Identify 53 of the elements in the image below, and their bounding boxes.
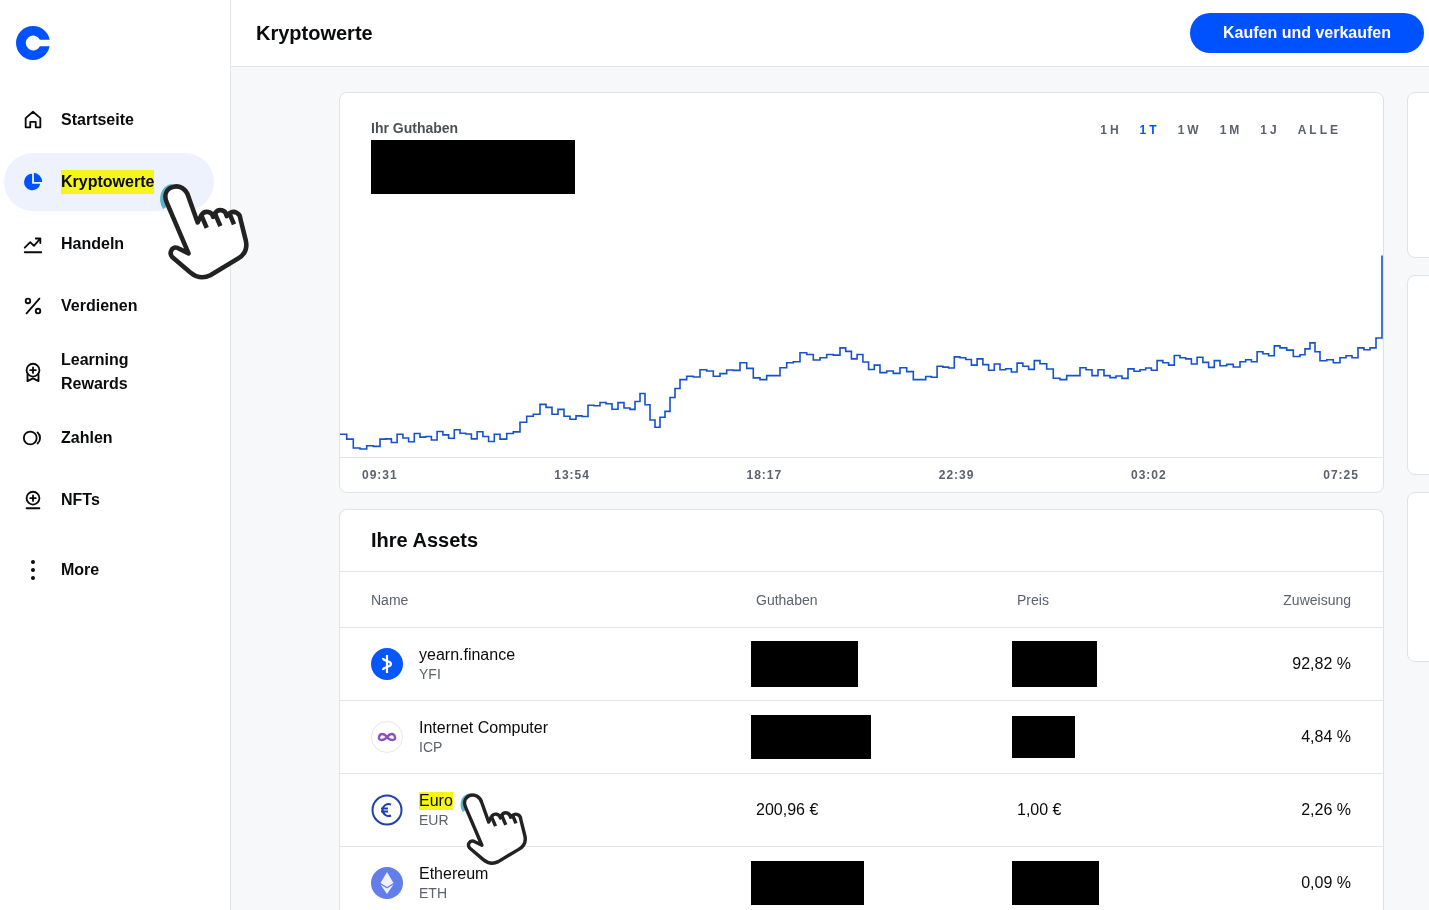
- period-tab[interactable]: ALLE: [1295, 120, 1343, 140]
- more-icon: [31, 560, 35, 580]
- nav-item[interactable]: Startseite: [4, 91, 214, 149]
- buy-sell-button[interactable]: Kaufen und verkaufen: [1189, 13, 1424, 53]
- column-header: Guthaben: [756, 591, 819, 608]
- asset-symbol: EUR: [419, 812, 450, 828]
- allocation-cell-text: 92,82 %: [1291, 655, 1351, 673]
- period-tab[interactable]: 1H: [1098, 120, 1124, 140]
- nav-item[interactable]: Learning Rewards: [4, 339, 214, 405]
- asset-row[interactable]: yearn.finance YFI 92,82 %: [340, 628, 1383, 701]
- euro-icon: [371, 794, 403, 826]
- infinity-icon: [371, 721, 403, 753]
- balance-cell: 200,96 €: [756, 801, 819, 819]
- time-label: 03:02: [1131, 468, 1167, 482]
- asset-name: yearn.finance: [419, 646, 516, 664]
- allocation-cell-text: 2,26 %: [1300, 801, 1351, 819]
- asset-name: Ethereum: [419, 865, 489, 883]
- balance-label: Ihr Guthaben: [371, 120, 460, 136]
- column-header: Preis: [1017, 591, 1050, 608]
- allocation-cell-text: 4,84 %: [1300, 728, 1351, 746]
- allocation-cell-text: 0,09 %: [1300, 874, 1351, 892]
- asset-symbol: YFI: [419, 666, 442, 682]
- column-header: Zuweisung: [1282, 591, 1351, 608]
- period-tab[interactable]: 1T: [1137, 120, 1162, 140]
- percent-icon: [22, 295, 44, 317]
- nav-item[interactable]: Zahlen: [4, 409, 214, 467]
- time-label: 22:39: [938, 468, 975, 482]
- assets-title: Ihre Assets: [340, 510, 1383, 572]
- period-tab[interactable]: 1W: [1175, 120, 1204, 140]
- price-cell: 1,00 €: [1017, 801, 1062, 819]
- logo-icon[interactable]: [16, 26, 50, 60]
- home-icon: [22, 109, 44, 131]
- time-label: 09:31: [362, 468, 398, 482]
- nav-item[interactable]: More: [4, 541, 214, 599]
- period-tab[interactable]: 1M: [1217, 120, 1245, 140]
- asset-name: Internet Computer: [419, 719, 548, 737]
- asset-symbol: ICP: [419, 739, 444, 755]
- page-title: Kryptowerte: [256, 21, 373, 45]
- column-header: Name: [371, 591, 410, 608]
- time-label: 18:17: [746, 468, 783, 482]
- nav-item[interactable]: Handeln: [4, 215, 214, 273]
- asset-row[interactable]: Ethereum ETH 0,09 %: [340, 847, 1383, 910]
- time-label: 13:54: [554, 468, 590, 482]
- period-tab[interactable]: 1J: [1258, 120, 1282, 140]
- time-label: 07:25: [1323, 468, 1359, 482]
- asset-row[interactable]: Internet Computer ICP 4,84 %: [340, 701, 1383, 774]
- nav-item[interactable]: Verdienen: [4, 277, 214, 335]
- ethereum-icon: [371, 867, 403, 899]
- coin-icon: [371, 648, 403, 680]
- asset-name: Euro: [419, 792, 453, 810]
- nav-item[interactable]: NFTs: [4, 471, 214, 529]
- asset-symbol: ETH: [419, 885, 448, 901]
- pie-chart-icon: [22, 171, 44, 193]
